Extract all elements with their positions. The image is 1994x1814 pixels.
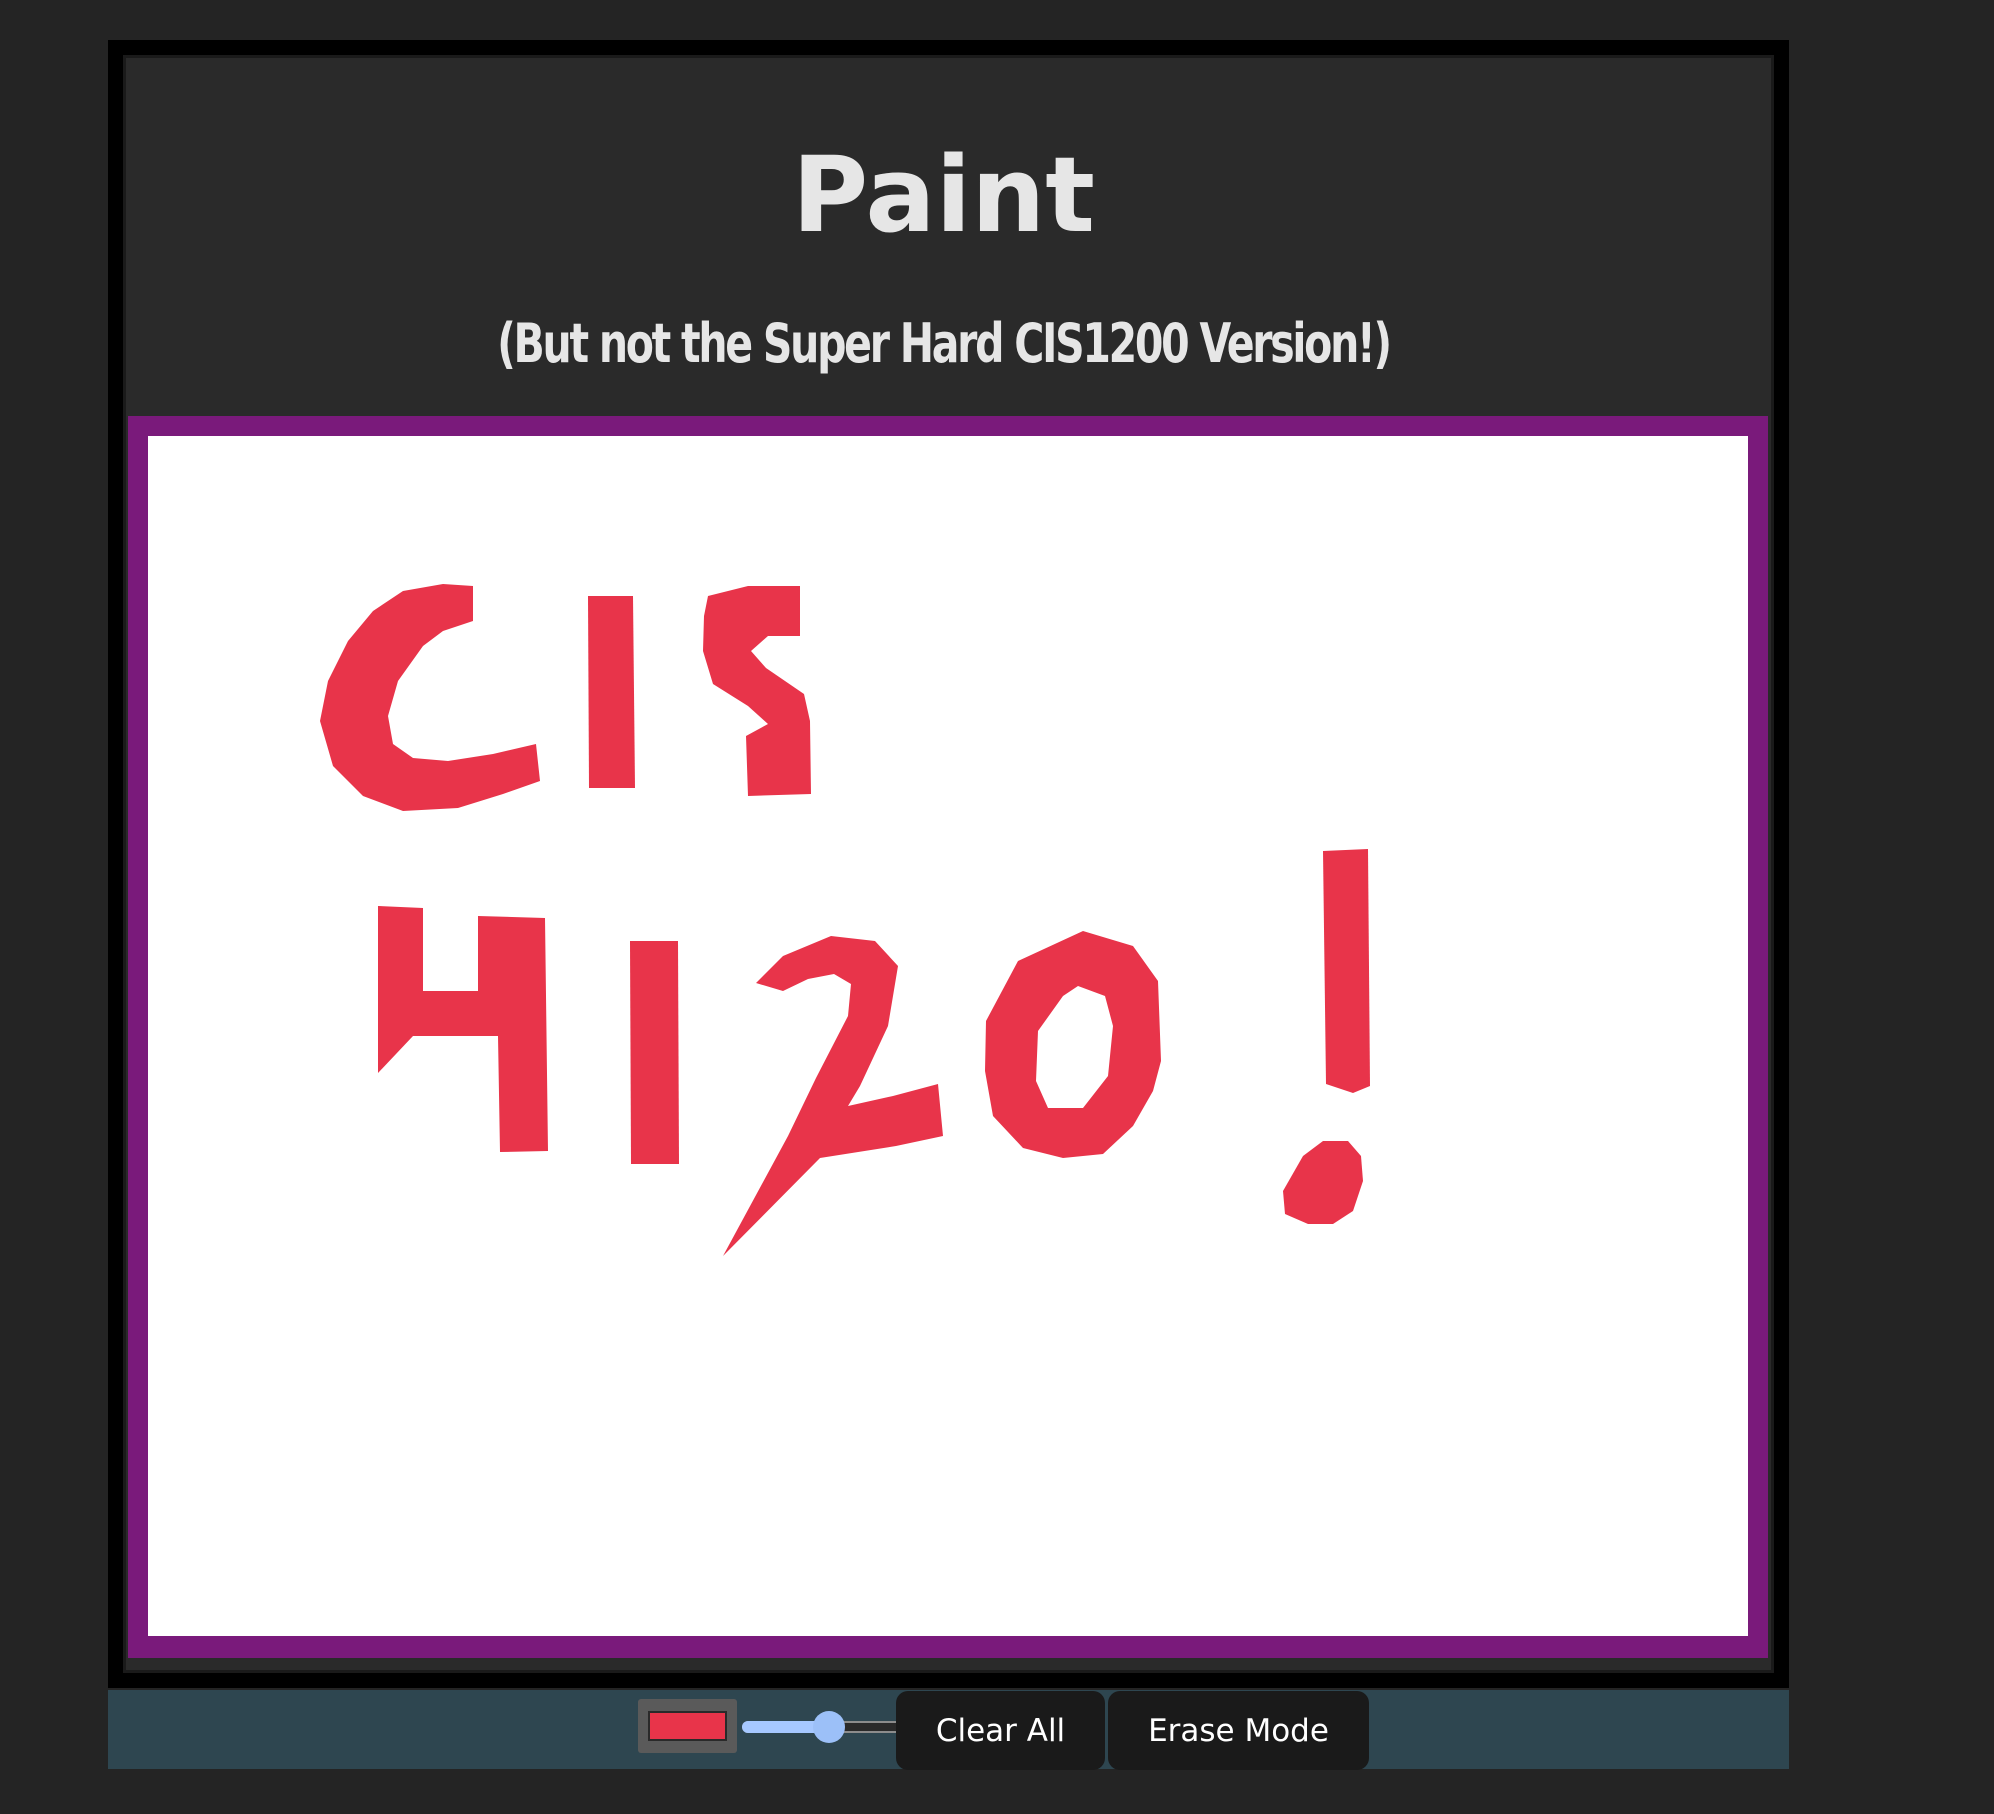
stroke-letter-s xyxy=(703,586,811,796)
stroke-letter-c xyxy=(320,584,540,811)
slider-thumb[interactable] xyxy=(813,1711,846,1743)
color-picker[interactable] xyxy=(638,1699,737,1753)
stroke-digit-2 xyxy=(723,936,943,1256)
paint-strokes xyxy=(320,584,1370,1256)
stroke-digit-0 xyxy=(985,931,1161,1158)
stroke-digit-1 xyxy=(630,941,679,1164)
canvas-drawing xyxy=(320,584,1370,1256)
stroke-digit-4 xyxy=(378,906,548,1152)
erase-mode-button[interactable]: Erase Mode xyxy=(1108,1691,1369,1770)
header: Paint (But not the Super Hard CIS1200 Ve… xyxy=(128,60,1759,455)
page-title: Paint xyxy=(791,134,1095,256)
clear-all-button[interactable]: Clear All xyxy=(896,1691,1105,1770)
stroke-letter-i xyxy=(588,596,635,788)
color-picker-swatch xyxy=(648,1711,727,1741)
paint-app: Paint (But not the Super Hard CIS1200 Ve… xyxy=(0,0,1994,1814)
drawing-canvas[interactable] xyxy=(148,436,1748,1636)
toolbar: Clear All Erase Mode xyxy=(108,1690,1789,1770)
page-subtitle: (But not the Super Hard CIS1200 Version!… xyxy=(497,312,1392,375)
stroke-exclamation-bar xyxy=(1323,849,1370,1093)
stroke-exclamation-dot xyxy=(1283,1141,1363,1224)
